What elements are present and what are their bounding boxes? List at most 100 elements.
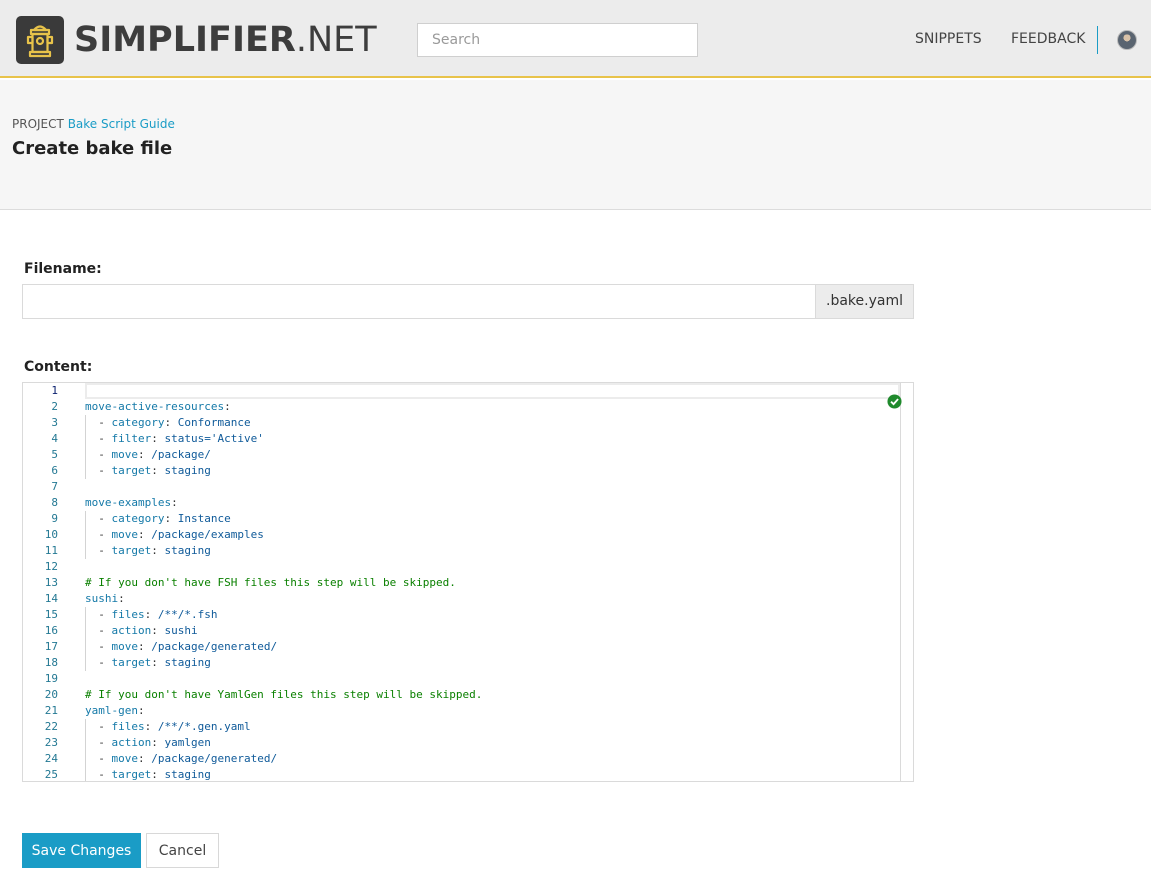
yaml-colon: : (151, 656, 165, 669)
yaml-value: status='Active' (164, 432, 264, 445)
code-editor[interactable]: 1 2 move-active-resources: 3 - category: Co… (22, 382, 914, 782)
yaml-value: staging (164, 768, 211, 781)
editor-line[interactable]: 13 # If you don't have FSH files this ste… (23, 575, 899, 591)
line-number: 14 (44, 592, 58, 605)
nav-snippets-link[interactable]: SNIPPETS (915, 31, 982, 47)
line-number: 17 (44, 640, 58, 653)
editor-line[interactable]: 23 - action: yamlgen (23, 735, 899, 751)
editor-line[interactable]: 5 - move: /package/ (23, 447, 899, 463)
editor-line[interactable]: 17 - move: /package/generated/ (23, 639, 899, 655)
yaml-comment: # If you don't have YamlGen files this s… (85, 688, 483, 701)
filename-suffix: .bake.yaml (815, 284, 914, 319)
yaml-key: filter (111, 432, 152, 445)
code-text: - target: staging (85, 543, 211, 559)
yaml-key: target (111, 656, 152, 669)
code-text: yaml-gen: (85, 703, 145, 719)
cancel-button[interactable]: Cancel (146, 833, 219, 868)
editor-line[interactable]: 2 move-active-resources: (23, 399, 899, 415)
yaml-key: move (111, 752, 139, 765)
yaml-key: move (111, 528, 139, 541)
yaml-key: category (111, 416, 165, 429)
yaml-colon: : (151, 464, 165, 477)
line-number: 21 (44, 704, 58, 717)
yaml-colon: : (138, 528, 152, 541)
editor-line[interactable]: 18 - target: staging (23, 655, 899, 671)
yaml-colon: : (164, 512, 178, 525)
code-text: - target: staging (85, 655, 211, 671)
save-changes-button[interactable]: Save Changes (22, 833, 141, 868)
line-number: 6 (51, 464, 58, 477)
code-text: - move: /package/generated/ (85, 639, 277, 655)
yaml-dash: - (85, 736, 112, 749)
user-avatar[interactable] (1117, 30, 1137, 50)
editor-line[interactable]: 8 move-examples: (23, 495, 899, 511)
editor-line[interactable]: 7 (23, 479, 899, 495)
breadcrumb: PROJECT Bake Script Guide (12, 117, 175, 131)
yaml-value: /package/generated/ (151, 752, 278, 765)
line-number: 1 (51, 384, 58, 397)
breadcrumb-prefix: PROJECT (12, 117, 64, 131)
yaml-colon: : (151, 624, 165, 637)
line-number: 11 (44, 544, 58, 557)
breadcrumb-project-link[interactable]: Bake Script Guide (68, 117, 175, 131)
yaml-dash: - (85, 608, 112, 621)
code-text: # If you don't have YamlGen files this s… (85, 687, 482, 703)
nav-feedback-link[interactable]: FEEDBACK (1011, 31, 1085, 47)
line-number: 18 (44, 656, 58, 669)
editor-line[interactable]: 1 (23, 383, 899, 399)
yaml-dash: - (85, 544, 112, 557)
code-text: - files: /**/*.gen.yaml (85, 719, 250, 735)
yaml-comment: # If you don't have FSH files this step … (85, 576, 456, 589)
yaml-dash: - (85, 640, 112, 653)
yaml-value: staging (164, 464, 211, 477)
editor-line[interactable]: 9 - category: Instance (23, 511, 899, 527)
code-text: # If you don't have FSH files this step … (85, 575, 456, 591)
editor-line[interactable]: 24 - move: /package/generated/ (23, 751, 899, 767)
editor-line[interactable]: 19 (23, 671, 899, 687)
editor-line[interactable]: 22 - files: /**/*.gen.yaml (23, 719, 899, 735)
yaml-colon: : (151, 544, 165, 557)
editor-line[interactable]: 20 # If you don't have YamlGen files this… (23, 687, 899, 703)
yaml-colon: : (138, 752, 152, 765)
yaml-key: yaml-gen (85, 704, 138, 717)
editor-line[interactable]: 14 sushi: (23, 591, 899, 607)
yaml-dash: - (85, 624, 112, 637)
brand-name-suffix: .NET (295, 20, 377, 60)
page-header: PROJECT Bake Script Guide Create bake fi… (0, 80, 1151, 210)
line-number: 8 (51, 496, 58, 509)
editor-line[interactable]: 6 - target: staging (23, 463, 899, 479)
editor-line[interactable]: 3 - category: Conformance (23, 415, 899, 431)
editor-line[interactable]: 15 - files: /**/*.fsh (23, 607, 899, 623)
yaml-key: move (111, 640, 139, 653)
line-number: 4 (51, 432, 58, 445)
editor-line[interactable]: 11 - target: staging (23, 543, 899, 559)
editor-line[interactable]: 4 - filter: status='Active' (23, 431, 899, 447)
line-number: 12 (44, 560, 58, 573)
line-number: 15 (44, 608, 58, 621)
yaml-dash: - (85, 512, 112, 525)
search-input[interactable] (417, 23, 698, 57)
yaml-dash: - (85, 720, 112, 733)
editor-line[interactable]: 25 - target: staging (23, 767, 899, 781)
editor-line[interactable]: 21 yaml-gen: (23, 703, 899, 719)
yaml-colon: : (164, 416, 178, 429)
line-number: 23 (44, 736, 58, 749)
yaml-key: target (111, 464, 152, 477)
yaml-key: move (111, 448, 139, 461)
editor-line[interactable]: 10 - move: /package/examples (23, 527, 899, 543)
yaml-value: Conformance (177, 416, 251, 429)
editor-line[interactable]: 16 - action: sushi (23, 623, 899, 639)
fire-hydrant-icon[interactable] (16, 16, 64, 64)
yaml-key: move-active-resources (85, 400, 225, 413)
brand-name[interactable]: SIMPLIFIER.NET (74, 18, 377, 62)
yaml-value: staging (164, 656, 211, 669)
editor-scrollbar[interactable] (900, 383, 913, 781)
yaml-value: /package/ (151, 448, 211, 461)
yaml-dash: - (85, 464, 112, 477)
line-number: 10 (44, 528, 58, 541)
filename-input[interactable] (22, 284, 815, 319)
yaml-dash: - (85, 432, 112, 445)
code-text: - filter: status='Active' (85, 431, 264, 447)
code-text: - category: Instance (85, 511, 230, 527)
editor-line[interactable]: 12 (23, 559, 899, 575)
